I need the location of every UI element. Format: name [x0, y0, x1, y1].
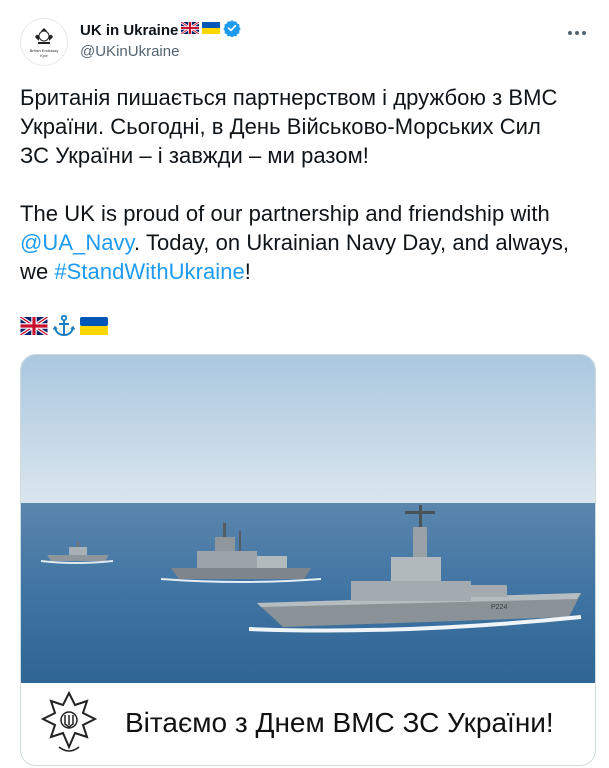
- tweet-header: British Embassy Kyiv UK in Ukraine @UKin…: [20, 18, 589, 70]
- tweet-line: The UK is proud of our partnership and f…: [20, 201, 550, 226]
- verified-badge-icon: [223, 19, 242, 42]
- tweet-text-fragment: . Today, on Ukrainian Navy Day, and alwa…: [134, 230, 570, 255]
- uk-flag-icon: [19, 315, 49, 340]
- account-handle[interactable]: @UKinUkraine: [80, 42, 241, 62]
- hashtag-link[interactable]: #StandWithUkraine: [54, 259, 244, 284]
- tweet-line: we #StandWithUkraine!: [20, 257, 595, 286]
- greeting-text: Вітаємо з Днем ВМС ЗС України!: [125, 707, 554, 738]
- ukrainian-navy-emblem-icon: [41, 691, 97, 752]
- account-names: UK in Ukraine @UKinUkraine: [80, 19, 242, 62]
- anchor-icon: [52, 314, 76, 343]
- royal-crest-icon: [35, 27, 53, 44]
- more-options-icon[interactable]: [565, 26, 589, 38]
- tweet-text-fragment: we: [20, 259, 55, 284]
- tweet-line: ЗС України – і завжди – ми разом!: [20, 143, 369, 168]
- display-name[interactable]: UK in Ukraine: [80, 22, 178, 39]
- tweet-text: Британія пишається партнерством і дружбо…: [20, 83, 595, 286]
- tweet-media[interactable]: P224 Вітаємо з Днем ВМС ЗС України!: [20, 354, 596, 766]
- navy-ships-photo: P224: [21, 355, 595, 683]
- tweet-line: України. Сьогодні, в День Військово-Морс…: [20, 114, 541, 139]
- tweet-line: Британія пишається партнерством і дружбо…: [20, 85, 558, 110]
- tweet-text-fragment: !: [244, 259, 251, 284]
- emoji-row: [19, 314, 108, 343]
- ukraine-flag-icon: [202, 21, 221, 39]
- greeting-banner: Вітаємо з Днем ВМС ЗС України!: [21, 683, 595, 765]
- avatar[interactable]: British Embassy Kyiv: [20, 18, 68, 66]
- ukraine-flag-icon: [80, 316, 108, 340]
- tweet-line: @UA_Navy. Today, on Ukrainian Navy Day, …: [20, 228, 595, 257]
- mention-link[interactable]: @UA_Navy: [20, 230, 134, 255]
- avatar-caption: British Embassy Kyiv: [29, 47, 59, 58]
- uk-flag-icon: [180, 21, 201, 39]
- hull-number: P224: [491, 604, 507, 611]
